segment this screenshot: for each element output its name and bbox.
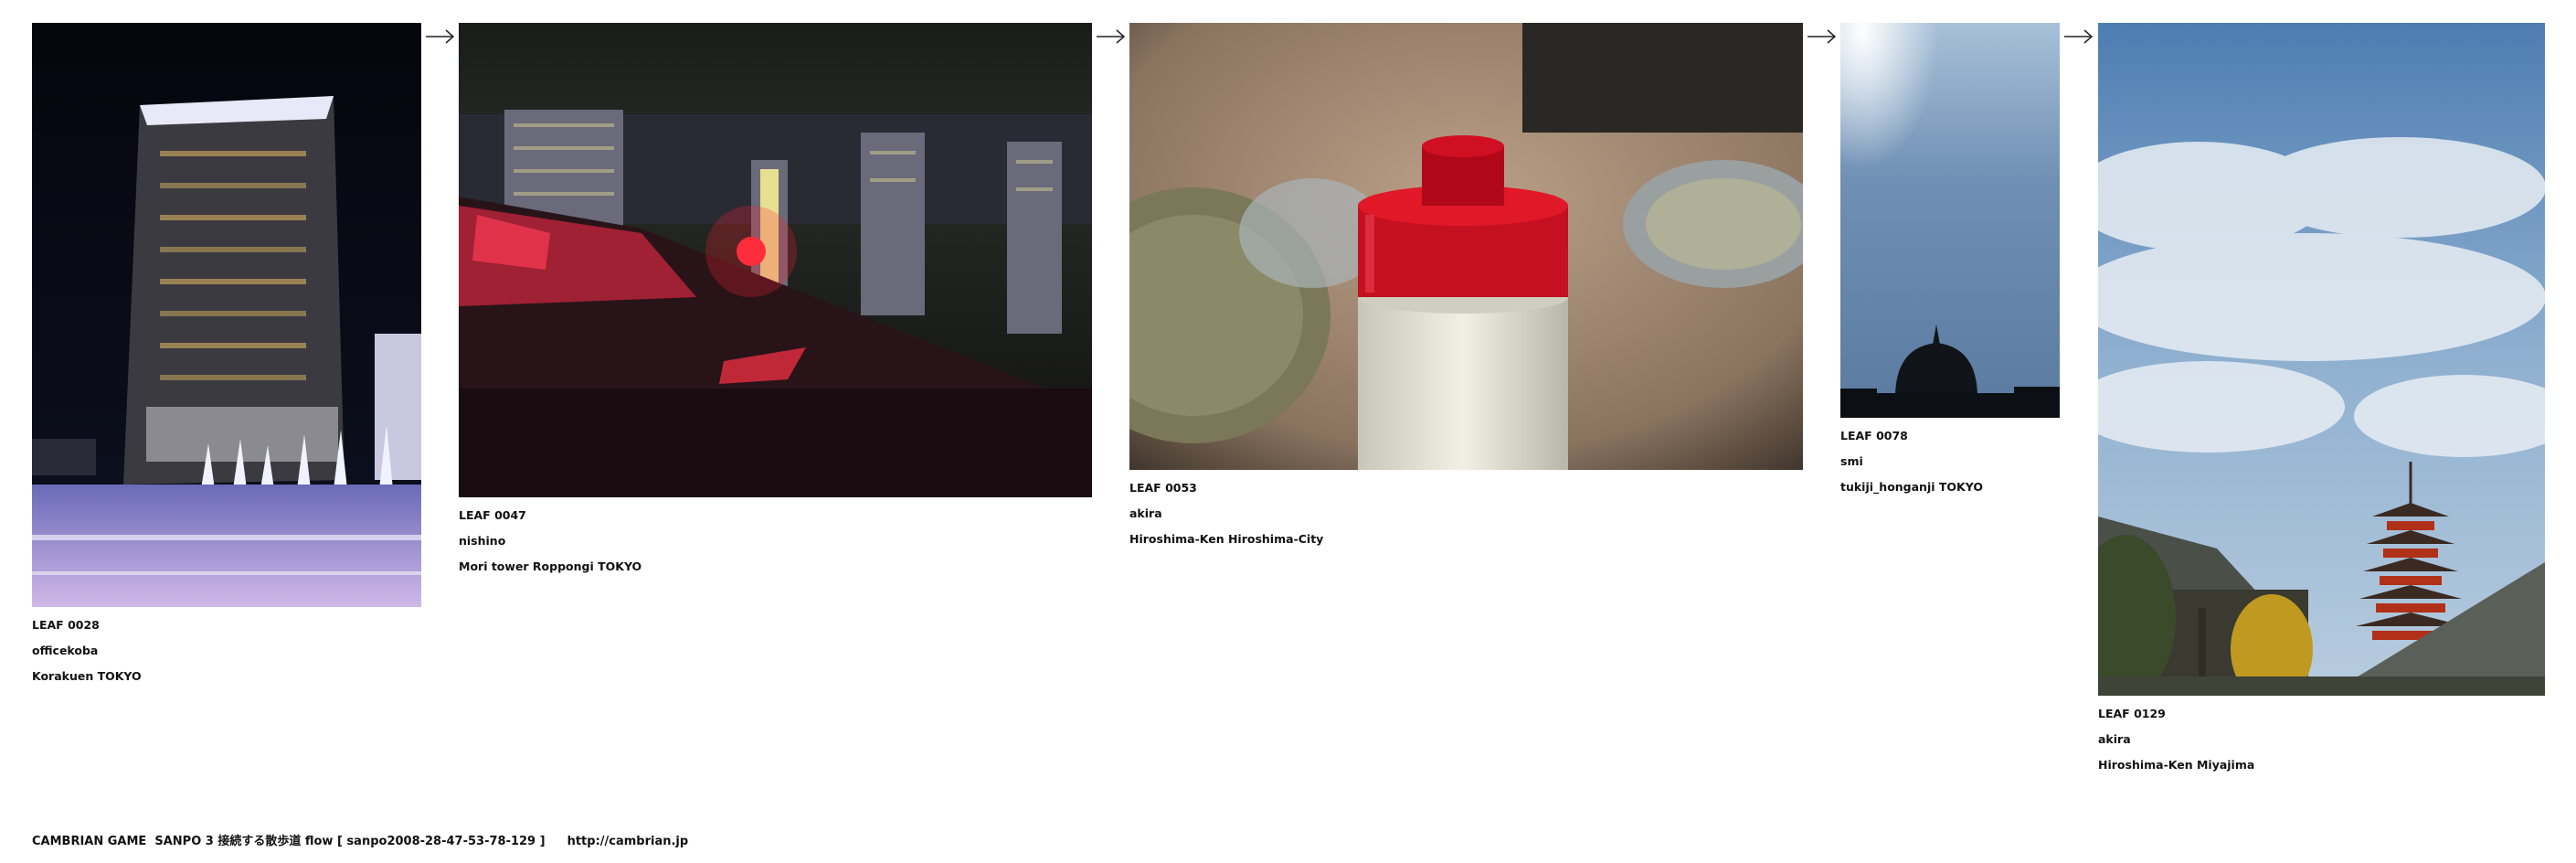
leaf-number[interactable]: LEAF 0078 bbox=[1840, 423, 1983, 449]
place-name: Hiroshima-Ken Miyajima bbox=[2098, 758, 2255, 772]
author-name[interactable]: akira bbox=[2098, 727, 2254, 752]
photo-leaf-0129[interactable] bbox=[2098, 23, 2545, 696]
caption-leaf-0129: LEAF 0129 akira Hiroshima-Ken Miyajima bbox=[2098, 701, 2254, 778]
arrow-right-icon bbox=[426, 27, 455, 47]
place-name: Korakuen TOKYO bbox=[32, 669, 142, 683]
leaf-number[interactable]: LEAF 0129 bbox=[2098, 701, 2254, 727]
caption-leaf-0047: LEAF 0047 nishino Mori tower Roppongi TO… bbox=[459, 503, 641, 580]
place-name: Hiroshima-Ken Hiroshima-City bbox=[1129, 532, 1324, 546]
arrow-right-icon bbox=[1807, 27, 1837, 47]
leaf-number[interactable]: LEAF 0053 bbox=[1129, 475, 1323, 501]
author-name[interactable]: akira bbox=[1129, 501, 1323, 527]
photo-leaf-0028[interactable] bbox=[32, 23, 421, 607]
caption-leaf-0053: LEAF 0053 akira Hiroshima-Ken Hiroshima-… bbox=[1129, 475, 1323, 552]
caption-leaf-0078: LEAF 0078 smi tukiji_honganji TOKYO bbox=[1840, 423, 1983, 500]
arrow-right-icon bbox=[1097, 27, 1126, 47]
photo-leaf-0078[interactable] bbox=[1840, 23, 2060, 418]
honganji-dome-image bbox=[1840, 23, 2060, 418]
footer: CAMBRIAN GAME SANPO 3 接続する散歩道 flow [ san… bbox=[32, 831, 688, 848]
author-name[interactable]: officekoba bbox=[32, 638, 142, 664]
korakuen-night-image bbox=[32, 23, 421, 607]
footer-title: CAMBRIAN GAME SANPO 3 接続する散歩道 flow [ san… bbox=[32, 835, 546, 848]
author-name[interactable]: smi bbox=[1840, 449, 1983, 474]
author-name[interactable]: nishino bbox=[459, 528, 641, 554]
mori-tower-night-image bbox=[459, 23, 1092, 497]
leaf-number[interactable]: LEAF 0047 bbox=[459, 503, 641, 528]
photo-leaf-0047[interactable] bbox=[459, 23, 1092, 497]
place-name: tukiji_honganji TOKYO bbox=[1840, 480, 1983, 494]
arrow-right-icon bbox=[2064, 27, 2094, 47]
photo-leaf-0053[interactable] bbox=[1129, 23, 1803, 470]
miyajima-pagoda-image bbox=[2098, 23, 2545, 696]
bottle-still-life-image bbox=[1129, 23, 1803, 470]
leaf-number[interactable]: LEAF 0028 bbox=[32, 613, 142, 638]
caption-leaf-0028: LEAF 0028 officekoba Korakuen TOKYO bbox=[32, 613, 142, 689]
place-name: Mori tower Roppongi TOKYO bbox=[459, 559, 642, 573]
footer-link[interactable]: http://cambrian.jp bbox=[567, 835, 689, 848]
